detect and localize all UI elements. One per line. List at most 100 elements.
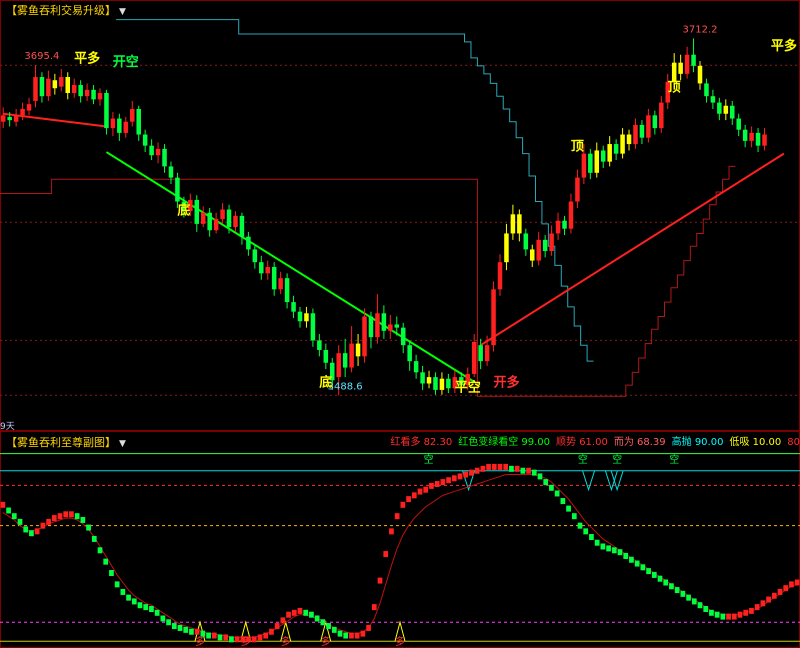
strength-block [114,581,120,588]
top-signal-label: 空 [612,453,622,466]
strength-block [714,611,720,618]
candle-body [626,134,632,145]
chevron-down-icon[interactable]: ▼ [119,7,126,17]
strength-block [669,583,674,590]
signal-annotation: 平空 [455,379,481,395]
candle-body [646,115,651,138]
strength-block [97,547,103,554]
strength-block [674,587,680,594]
candle-body [420,372,425,384]
candle-body [523,233,529,250]
strength-block [411,492,417,499]
strength-block [234,636,240,643]
candle-body [26,104,32,111]
strength-block [366,624,371,631]
strength-block [577,522,583,529]
candle-body [265,266,270,274]
strength-block [80,516,86,523]
candle-body [239,215,245,237]
candle-body [310,313,316,341]
candle-body [362,316,367,357]
strength-block [280,617,286,624]
strength-block [451,475,457,482]
candle-body [607,144,612,162]
candle-body [555,220,561,234]
candle-body [78,85,83,97]
strength-block [74,513,80,520]
strength-block [686,594,691,601]
strength-block [749,607,754,614]
candle-body [413,361,419,373]
candle-body [213,219,219,231]
strength-block [63,511,69,518]
strength-block [549,484,554,491]
signal-annotation: 平多 [771,38,797,54]
strength-block [731,613,737,620]
strength-block [789,581,794,588]
strength-block [6,507,11,514]
strength-block [46,518,51,525]
candle-body [7,116,12,121]
top-signal-label: 空 [578,453,588,466]
candle-body [530,249,535,261]
candle-body [510,214,516,234]
strength-block [760,600,766,607]
strength-block [394,513,400,520]
signal-annotation: 开空 [113,54,139,70]
candle-body [471,342,477,374]
chart-border [0,0,800,648]
chart-canvas: 3695.43488.63712.2平多 开空底底 平空 开多顶顶平多空空空空多多多多… [0,0,800,648]
signal-line [2,474,798,638]
strength-block [143,604,149,611]
legend-item: 红看多 82.30 [390,437,453,448]
strength-block [629,556,634,563]
candle-body [659,102,664,129]
candle-body [536,239,541,261]
strength-block [514,465,520,472]
strength-block [160,615,166,622]
strength-block [229,636,234,643]
candle-body [200,212,206,224]
strength-block [269,628,274,635]
bottom-signal-label: 多 [395,635,405,648]
strength-block [646,568,651,575]
strength-block [154,609,160,616]
strength-block [594,539,600,546]
candle-body [259,262,264,274]
candle-body [349,343,354,368]
candle-body [723,105,729,114]
candle-body [671,62,677,82]
candle-body [704,83,709,97]
candle-body [484,345,490,362]
candle-body [588,153,593,173]
candle-body [33,77,38,101]
strength-block [446,477,451,484]
strength-block [183,626,189,633]
strength-block [326,623,331,630]
top-signal-label: 空 [424,453,434,466]
strength-block [480,465,486,472]
candle-body [381,313,387,331]
candle-body [426,377,432,384]
strength-block [560,498,566,505]
candle-body [749,132,754,141]
candle-body [394,324,400,328]
price-label: 3712.2 [683,24,718,35]
strength-block [491,463,497,470]
signal-annotation: 平多 [74,51,100,67]
strength-block [611,547,617,554]
candle-body [0,115,6,122]
cyan-dip-marker [582,470,596,492]
strength-block [566,505,571,512]
candle-body [284,278,290,303]
legend-item: 低吸 10.00 [729,437,782,448]
strength-block [189,628,194,635]
strength-block [0,501,6,508]
legend-item: 顺势 61.00 [556,437,608,448]
strength-block [531,469,537,476]
candle-body [194,199,200,224]
candle-body [123,121,129,133]
strength-block [320,619,326,626]
candle-body [59,77,64,87]
main-panel-title[interactable]: 【雾鱼吞利交易升级】 ▼ [4,2,128,18]
